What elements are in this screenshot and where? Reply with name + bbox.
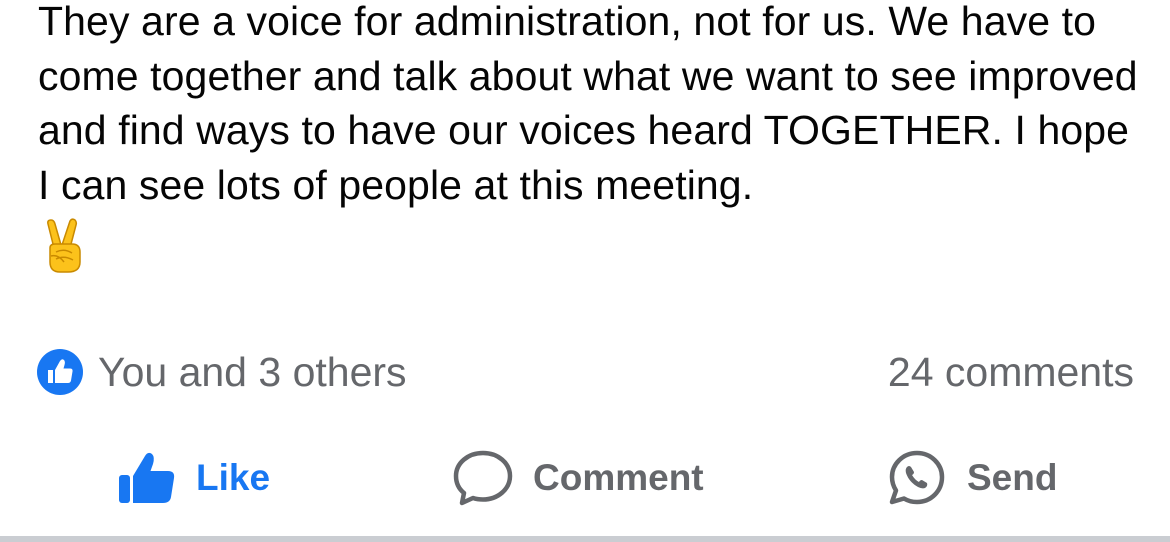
- like-badge-icon: [37, 349, 83, 395]
- like-button[interactable]: Like: [118, 440, 270, 516]
- comments-count[interactable]: 24 comments: [888, 349, 1134, 396]
- post-actions: Like Comment Send: [0, 440, 1170, 516]
- bottom-divider: [0, 536, 1170, 542]
- comment-button[interactable]: Comment: [453, 440, 704, 516]
- post-body: They are a voice for administration, not…: [38, 0, 1138, 274]
- post-text: They are a voice for administration, not…: [38, 0, 1150, 208]
- thumbs-up-icon: [119, 452, 175, 503]
- victory-hand-emoji-icon: [47, 218, 81, 273]
- comment-bubble-icon: [453, 450, 513, 506]
- comment-label: Comment: [533, 457, 704, 498]
- reactors-text: You and 3 others: [98, 348, 407, 395]
- whatsapp-send-icon: [889, 450, 945, 505]
- reactions-row: You and 3 others 24 comments: [36, 348, 1134, 396]
- send-button[interactable]: Send: [887, 440, 1057, 516]
- send-label: Send: [967, 457, 1058, 498]
- reactors-summary[interactable]: You and 3 others: [36, 348, 407, 396]
- like-label: Like: [196, 457, 271, 498]
